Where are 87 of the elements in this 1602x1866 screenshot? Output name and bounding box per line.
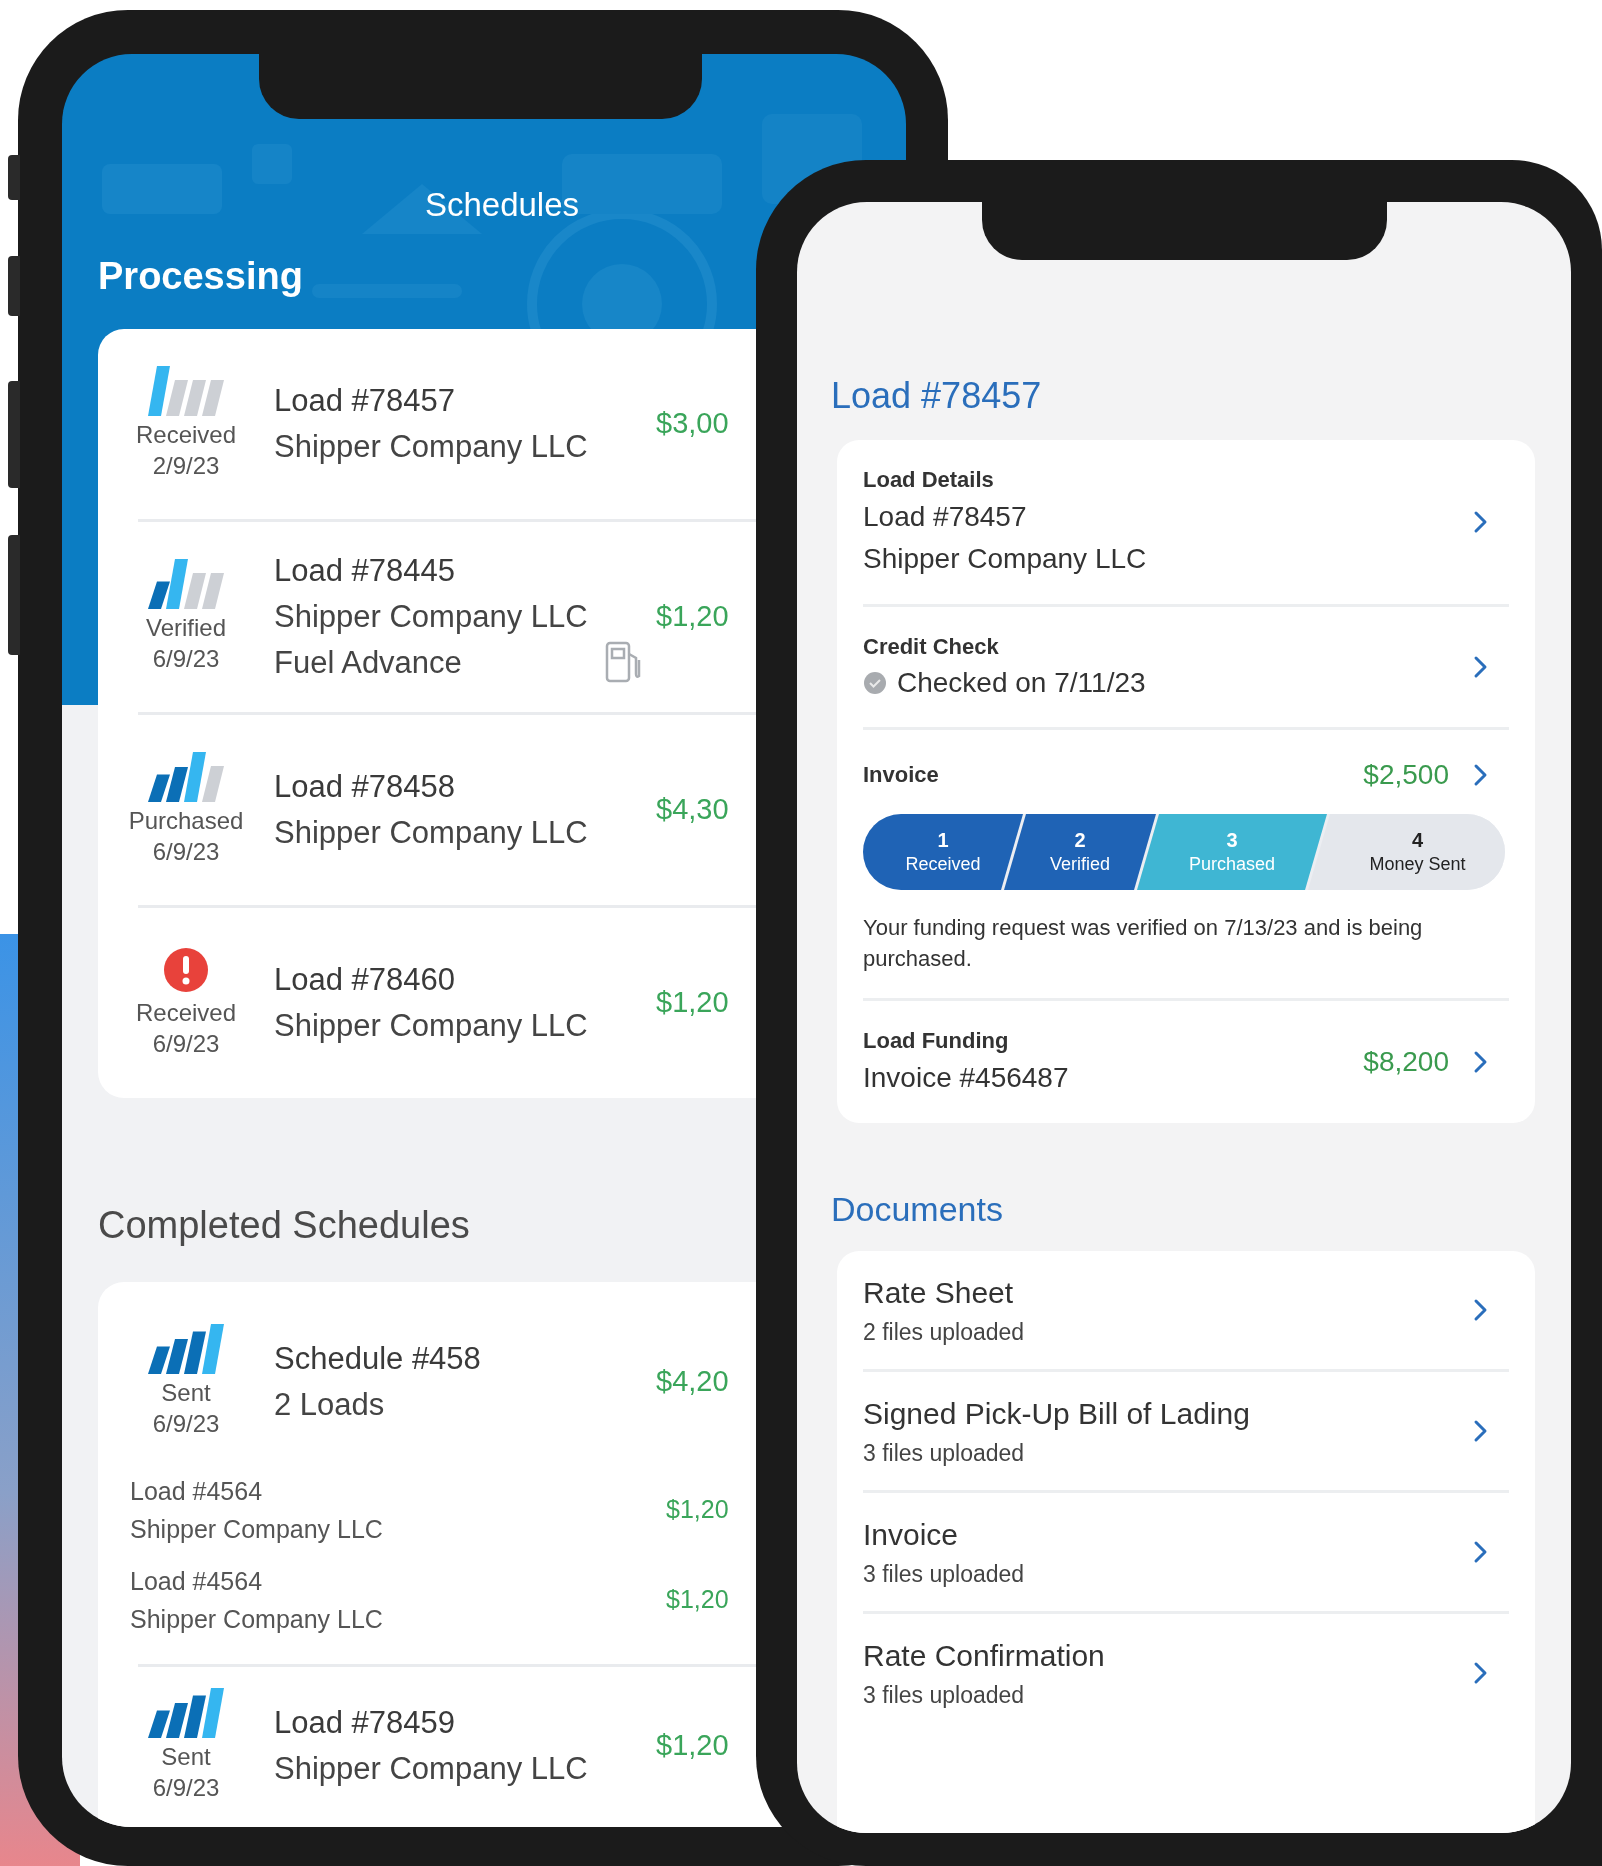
section-label: Invoice	[863, 761, 940, 789]
step-label: Money Sent	[1369, 853, 1466, 876]
status-label: Received	[135, 998, 237, 1028]
status-label: Purchased	[128, 806, 244, 836]
step-label: Purchased	[1188, 853, 1276, 876]
load-detail: Shipper Company LLC	[274, 1007, 588, 1045]
document-name: Invoice	[863, 1517, 960, 1553]
step-number: 3	[1226, 828, 1238, 852]
status-date: 6/9/23	[152, 1029, 220, 1059]
chevron-icon[interactable]	[1473, 1050, 1489, 1074]
amount: $2,500	[1363, 758, 1449, 792]
document-row[interactable]: Signed Pick-Up Bill of Lading 3 files uploaded	[837, 1372, 1535, 1490]
progress-bars-icon	[148, 559, 224, 609]
document-name: Rate Confirmation	[863, 1638, 1106, 1674]
document-name: Rate Sheet	[863, 1275, 1015, 1311]
chevron-icon[interactable]	[1473, 655, 1489, 679]
amount: $4,20	[656, 1364, 730, 1400]
screen-title: Schedules	[424, 185, 580, 225]
status-label: Verified	[145, 613, 227, 643]
load-detail: Shipper Company LLC	[274, 598, 588, 636]
load-title: Load #4564	[130, 1476, 264, 1507]
amount: $8,200	[1363, 1045, 1449, 1079]
file-count: 3 files uploaded	[863, 1439, 1026, 1468]
step-number: 4	[1411, 828, 1424, 852]
load-detail: Shipper Company LLC	[274, 428, 588, 466]
step-number: 2	[1074, 828, 1086, 852]
amount: $1,20	[666, 1494, 730, 1526]
load-title: Load #78459	[274, 1704, 456, 1742]
load-title: Schedule #458	[274, 1340, 481, 1378]
progress-bars-icon	[148, 1688, 224, 1738]
status-date: 6/9/23	[152, 1409, 220, 1439]
file-count: 3 files uploaded	[863, 1560, 1026, 1589]
status-message: Your funding request was verified on 7/13/23 and is being purchased.	[863, 914, 1424, 973]
step-number: 1	[937, 828, 949, 852]
status-label: Sent	[161, 1742, 211, 1772]
load-detail: Fuel Advance	[274, 644, 462, 682]
document-row[interactable]: Invoice 3 files uploaded	[837, 1493, 1535, 1611]
load-title: Load #78460	[274, 961, 456, 999]
load-title: Load #78458	[274, 768, 456, 806]
section-heading: Processing	[98, 254, 304, 299]
section-label: Load Details	[863, 466, 995, 494]
file-count: 3 files uploaded	[863, 1681, 1026, 1710]
progress-bars-icon	[148, 752, 224, 802]
amount: $1,20	[656, 985, 730, 1021]
status-date: 6/9/23	[152, 644, 220, 674]
chevron-icon[interactable]	[1473, 1298, 1489, 1322]
load-detail: Shipper Company LLC	[274, 1750, 588, 1788]
status-label: Sent	[161, 1378, 211, 1408]
alert-icon	[162, 946, 210, 994]
chevron-icon[interactable]	[1473, 1419, 1489, 1443]
load-title: Load #78445	[274, 552, 456, 590]
page-title: Load #78457	[831, 374, 1043, 418]
document-name: Signed Pick-Up Bill of Lading	[863, 1396, 1251, 1432]
chevron-icon[interactable]	[1473, 1540, 1489, 1564]
load-detail: Shipper Company LLC	[274, 814, 588, 852]
amount: $1,20	[666, 1584, 730, 1616]
section-label: Credit Check	[863, 633, 1000, 661]
amount: $1,20	[656, 599, 730, 635]
progress-bars-icon	[148, 366, 224, 416]
file-count: 2 files uploaded	[863, 1318, 1026, 1347]
load-detail: Shipper Company LLC	[130, 1514, 384, 1545]
amount: $3,00	[656, 406, 730, 442]
load-detail: Shipper Company LLC	[130, 1604, 384, 1635]
status-date: 6/9/23	[152, 837, 220, 867]
detail-text: Load #78457	[863, 500, 1028, 534]
section-label: Load Funding	[863, 1027, 1010, 1055]
status-label: Received	[135, 420, 237, 450]
detail-text: Checked on 7/11/23	[897, 666, 1146, 700]
section-heading: Documents	[831, 1189, 1004, 1230]
status-date: 2/9/23	[152, 451, 220, 481]
step-label: Received	[905, 853, 981, 876]
load-title: Load #4564	[130, 1566, 264, 1597]
detail-text: Invoice #456487	[863, 1061, 1070, 1095]
progress-bars-icon	[148, 1324, 224, 1374]
step-label: Verified	[1049, 853, 1110, 876]
chevron-icon[interactable]	[1473, 1661, 1489, 1685]
check-circle-icon	[863, 671, 887, 695]
document-row[interactable]: Rate Sheet 2 files uploaded	[837, 1251, 1535, 1369]
detail-text: Shipper Company LLC	[863, 542, 1148, 576]
chevron-icon[interactable]	[1473, 510, 1489, 534]
amount: $4,30	[656, 792, 730, 828]
document-row[interactable]: Rate Confirmation 3 files uploaded	[837, 1614, 1535, 1732]
amount: $1,20	[656, 1728, 730, 1764]
load-title: Load #78457	[274, 382, 456, 420]
load-detail: 2 Loads	[274, 1386, 385, 1424]
status-date: 6/9/23	[152, 1773, 220, 1803]
chevron-icon[interactable]	[1473, 763, 1489, 787]
